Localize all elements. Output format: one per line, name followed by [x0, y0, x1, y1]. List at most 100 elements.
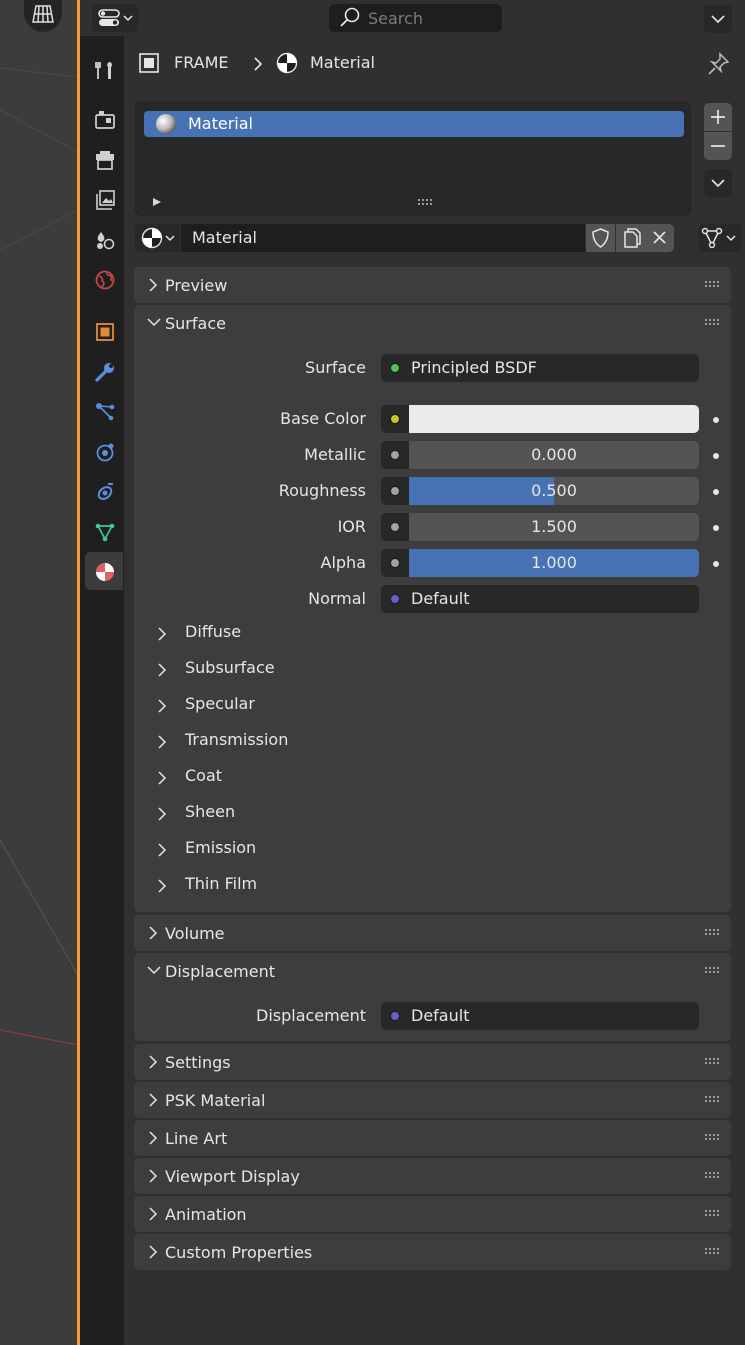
drag-handle-icon[interactable] — [705, 967, 721, 975]
displacement-field[interactable]: Default — [381, 1002, 699, 1030]
unlink-material-button[interactable] — [645, 224, 674, 252]
subpanel-sheen[interactable]: Sheen — [156, 799, 556, 829]
add-slot-button[interactable] — [704, 103, 732, 131]
browse-material-button[interactable] — [135, 224, 180, 252]
remove-slot-button[interactable] — [704, 132, 732, 160]
drag-handle-icon[interactable] — [705, 1134, 721, 1142]
header-options-dropdown[interactable] — [704, 5, 732, 33]
slot-specials-dropdown[interactable] — [704, 169, 732, 197]
drag-handle-icon[interactable] — [705, 1058, 721, 1066]
ior-field[interactable]: 1.500 — [381, 513, 699, 541]
roughness-slider[interactable]: 0.500 — [409, 477, 699, 505]
tab-world[interactable] — [85, 260, 123, 298]
panel-title: Volume — [165, 924, 225, 943]
base-color-field[interactable] — [381, 405, 699, 433]
keyframe-dot[interactable] — [713, 561, 719, 567]
tab-material[interactable] — [85, 552, 123, 590]
material-properties-panel: FRAME Material Material Material Preview… — [124, 36, 745, 1345]
physics-icon — [96, 443, 114, 462]
subpanel-thin-film[interactable]: Thin Film — [156, 871, 556, 901]
keyframe-dot[interactable] — [713, 525, 719, 531]
drag-handle-icon[interactable] — [705, 1210, 721, 1218]
search-input[interactable]: Search — [329, 4, 502, 32]
render-icon — [95, 111, 115, 129]
panel-line-art-header[interactable]: Line Art — [134, 1120, 731, 1156]
panel-viewport-display-header[interactable]: Viewport Display — [134, 1158, 731, 1194]
object-icon — [139, 53, 159, 73]
chevron-right-icon — [149, 1169, 158, 1183]
chevron-right-icon — [158, 663, 167, 677]
panel-settings-header[interactable]: Settings — [134, 1044, 731, 1080]
chevron-down-icon — [147, 966, 161, 975]
panel-psk-material-header[interactable]: PSK Material — [134, 1082, 731, 1118]
subpanel-coat[interactable]: Coat — [156, 763, 556, 793]
duplicate-material-button[interactable] — [616, 224, 645, 252]
panel-surface-header[interactable]: Surface — [134, 305, 731, 341]
material-name-field[interactable]: Material — [181, 224, 585, 252]
keyframe-dot[interactable] — [713, 489, 719, 495]
normal-field[interactable]: Default — [381, 585, 699, 613]
float-socket-icon — [390, 558, 400, 568]
node-tree-options-button[interactable] — [698, 224, 742, 252]
keyframe-dot[interactable] — [713, 417, 719, 423]
material-slots-list[interactable]: Material — [135, 102, 691, 216]
chevron-right-icon — [158, 879, 167, 893]
panel-displacement-header[interactable]: Displacement — [134, 953, 731, 989]
expand-triangle-icon[interactable] — [151, 196, 163, 208]
keyframe-dot[interactable] — [713, 453, 719, 459]
panel-volume-header[interactable]: Volume — [134, 915, 731, 951]
subpanel-transmission[interactable]: Transmission — [156, 727, 556, 757]
alpha-slider[interactable]: 1.000 — [409, 549, 699, 577]
drag-handle-icon[interactable] — [705, 319, 721, 327]
tab-tool[interactable] — [85, 50, 123, 88]
tab-data[interactable] — [85, 512, 123, 550]
drag-handle-icon[interactable] — [705, 1096, 721, 1104]
properties-editor-icon — [98, 9, 133, 26]
ior-slider[interactable]: 1.500 — [409, 513, 699, 541]
base-color-swatch[interactable] — [409, 405, 699, 433]
tab-physics[interactable] — [85, 432, 123, 470]
subpanel-specular[interactable]: Specular — [156, 691, 556, 721]
tab-render[interactable] — [85, 100, 123, 138]
tab-scene[interactable] — [85, 220, 123, 258]
panel-animation-header[interactable]: Animation — [134, 1196, 731, 1232]
panel-preview-header[interactable]: Preview — [134, 267, 731, 303]
chevron-right-icon — [158, 771, 167, 785]
3d-viewport-edge[interactable] — [0, 0, 78, 1345]
metallic-slider[interactable]: 0.000 — [409, 441, 699, 469]
subpanel-emission[interactable]: Emission — [156, 835, 556, 865]
viewport-view-toggle[interactable] — [24, 0, 62, 32]
drag-handle-icon[interactable] — [705, 1248, 721, 1256]
breadcrumb-object: FRAME — [174, 53, 229, 72]
output-icon — [96, 151, 114, 170]
subpanel-label: Coat — [185, 766, 223, 785]
metallic-field[interactable]: 0.000 — [381, 441, 699, 469]
vector-socket-icon — [390, 1011, 400, 1021]
tab-modifiers[interactable] — [85, 352, 123, 390]
tab-particles[interactable] — [85, 392, 123, 430]
resize-grip-icon[interactable] — [417, 198, 437, 208]
chevron-right-icon — [149, 1245, 158, 1259]
alpha-field[interactable]: 1.000 — [381, 549, 699, 577]
surface-shader-field[interactable]: Principled BSDF — [381, 354, 699, 382]
pin-icon[interactable] — [706, 51, 732, 77]
panel-title: Preview — [165, 276, 228, 295]
slot-label: Material — [188, 114, 253, 133]
subpanel-diffuse[interactable]: Diffuse — [156, 619, 556, 649]
fake-user-button[interactable] — [586, 224, 615, 252]
list-item[interactable]: Material — [144, 111, 684, 137]
editor-type-selector[interactable] — [92, 4, 138, 32]
panel-custom-properties-header[interactable]: Custom Properties — [134, 1234, 731, 1270]
drag-handle-icon[interactable] — [705, 281, 721, 289]
subpanel-label: Thin Film — [185, 874, 258, 893]
tab-constraints[interactable] — [85, 472, 123, 510]
shader-socket-icon — [390, 363, 400, 373]
drag-handle-icon[interactable] — [705, 929, 721, 937]
material-name-text: Material — [192, 228, 257, 247]
roughness-field[interactable]: 0.500 — [381, 477, 699, 505]
subpanel-subsurface[interactable]: Subsurface — [156, 655, 556, 685]
tab-output[interactable] — [85, 140, 123, 178]
tab-view-layer[interactable] — [85, 180, 123, 218]
drag-handle-icon[interactable] — [705, 1172, 721, 1180]
tab-object[interactable] — [85, 312, 123, 350]
